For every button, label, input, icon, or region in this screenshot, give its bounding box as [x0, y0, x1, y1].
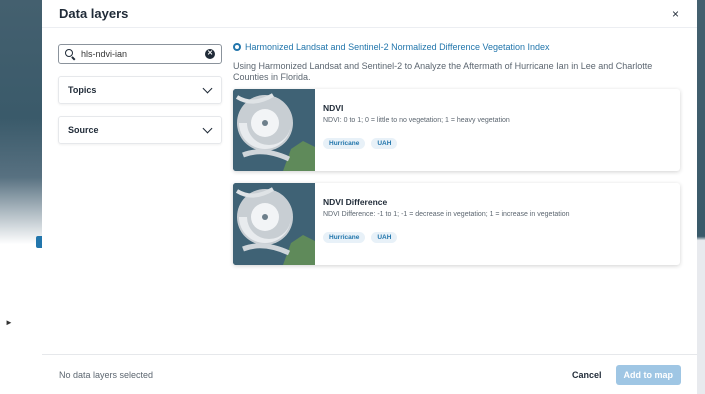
layer-info: NDVI Difference NDVI Difference: -1 to 1…: [315, 183, 578, 265]
arrow-right-icon: ►: [5, 318, 13, 327]
close-button[interactable]: ×: [672, 8, 679, 20]
modal-header: Data layers ×: [42, 0, 697, 28]
footer-actions: Cancel Add to map: [572, 364, 681, 385]
tag-hurricane[interactable]: Hurricane: [323, 138, 366, 149]
selection-status: No data layers selected: [59, 369, 154, 380]
source-dropdown-label: Source: [68, 125, 99, 135]
tag-uah[interactable]: UAH: [371, 138, 398, 149]
modal-body: ✕ Topics Source Harmonized Landsat and S…: [42, 28, 697, 354]
source-dropdown[interactable]: Source: [58, 116, 222, 144]
data-layers-modal: Data layers × ✕ Topics Source Harmonized…: [42, 0, 697, 394]
topics-dropdown-label: Topics: [68, 85, 97, 95]
layer-name: NDVI: [323, 103, 344, 113]
add-to-map-button[interactable]: Add to map: [615, 364, 681, 385]
map-right-edge: [697, 0, 705, 394]
search-input[interactable]: [81, 49, 205, 59]
dataset-title-link[interactable]: Harmonized Landsat and Sentinel-2 Normal…: [233, 42, 683, 52]
chevron-down-icon: [202, 123, 213, 133]
layer-info: NDVI NDVI: 0 to 1; 0 = little to no vege…: [315, 89, 518, 171]
layer-thumbnail: [233, 89, 315, 171]
layer-description: NDVI: 0 to 1; 0 = little to no vegetatio…: [323, 117, 510, 124]
cancel-button[interactable]: Cancel: [572, 370, 602, 380]
topics-dropdown[interactable]: Topics: [58, 76, 222, 104]
layer-name: NDVI Difference: [323, 197, 388, 207]
layer-tags: Hurricane UAH: [323, 138, 510, 149]
layer-card-ndvi[interactable]: NDVI NDVI: 0 to 1; 0 = little to no vege…: [233, 89, 680, 171]
modal-footer: No data layers selected Cancel Add to ma…: [42, 354, 697, 394]
dataset-icon: [233, 43, 241, 51]
results-panel: Harmonized Landsat and Sentinel-2 Normal…: [228, 28, 697, 354]
search-icon: [65, 49, 75, 59]
dataset-title: Harmonized Landsat and Sentinel-2 Normal…: [245, 42, 550, 52]
layer-description: NDVI Difference: -1 to 1; -1 = decrease …: [323, 211, 570, 218]
tag-hurricane[interactable]: Hurricane: [323, 232, 366, 243]
map-left-edge: ►: [0, 0, 42, 394]
clear-search-icon[interactable]: ✕: [205, 49, 215, 59]
layer-tags: Hurricane UAH: [323, 232, 570, 243]
layer-thumbnail: [233, 183, 315, 265]
dataset-description: Using Harmonized Landsat and Sentinel-2 …: [233, 61, 653, 82]
search-box[interactable]: ✕: [58, 44, 222, 64]
chevron-down-icon: [202, 83, 213, 93]
filters-panel: ✕ Topics Source: [42, 28, 228, 354]
layer-card-ndvi-difference[interactable]: NDVI Difference NDVI Difference: -1 to 1…: [233, 183, 680, 265]
tag-uah[interactable]: UAH: [371, 232, 398, 243]
modal-title: Data layers: [59, 6, 129, 21]
